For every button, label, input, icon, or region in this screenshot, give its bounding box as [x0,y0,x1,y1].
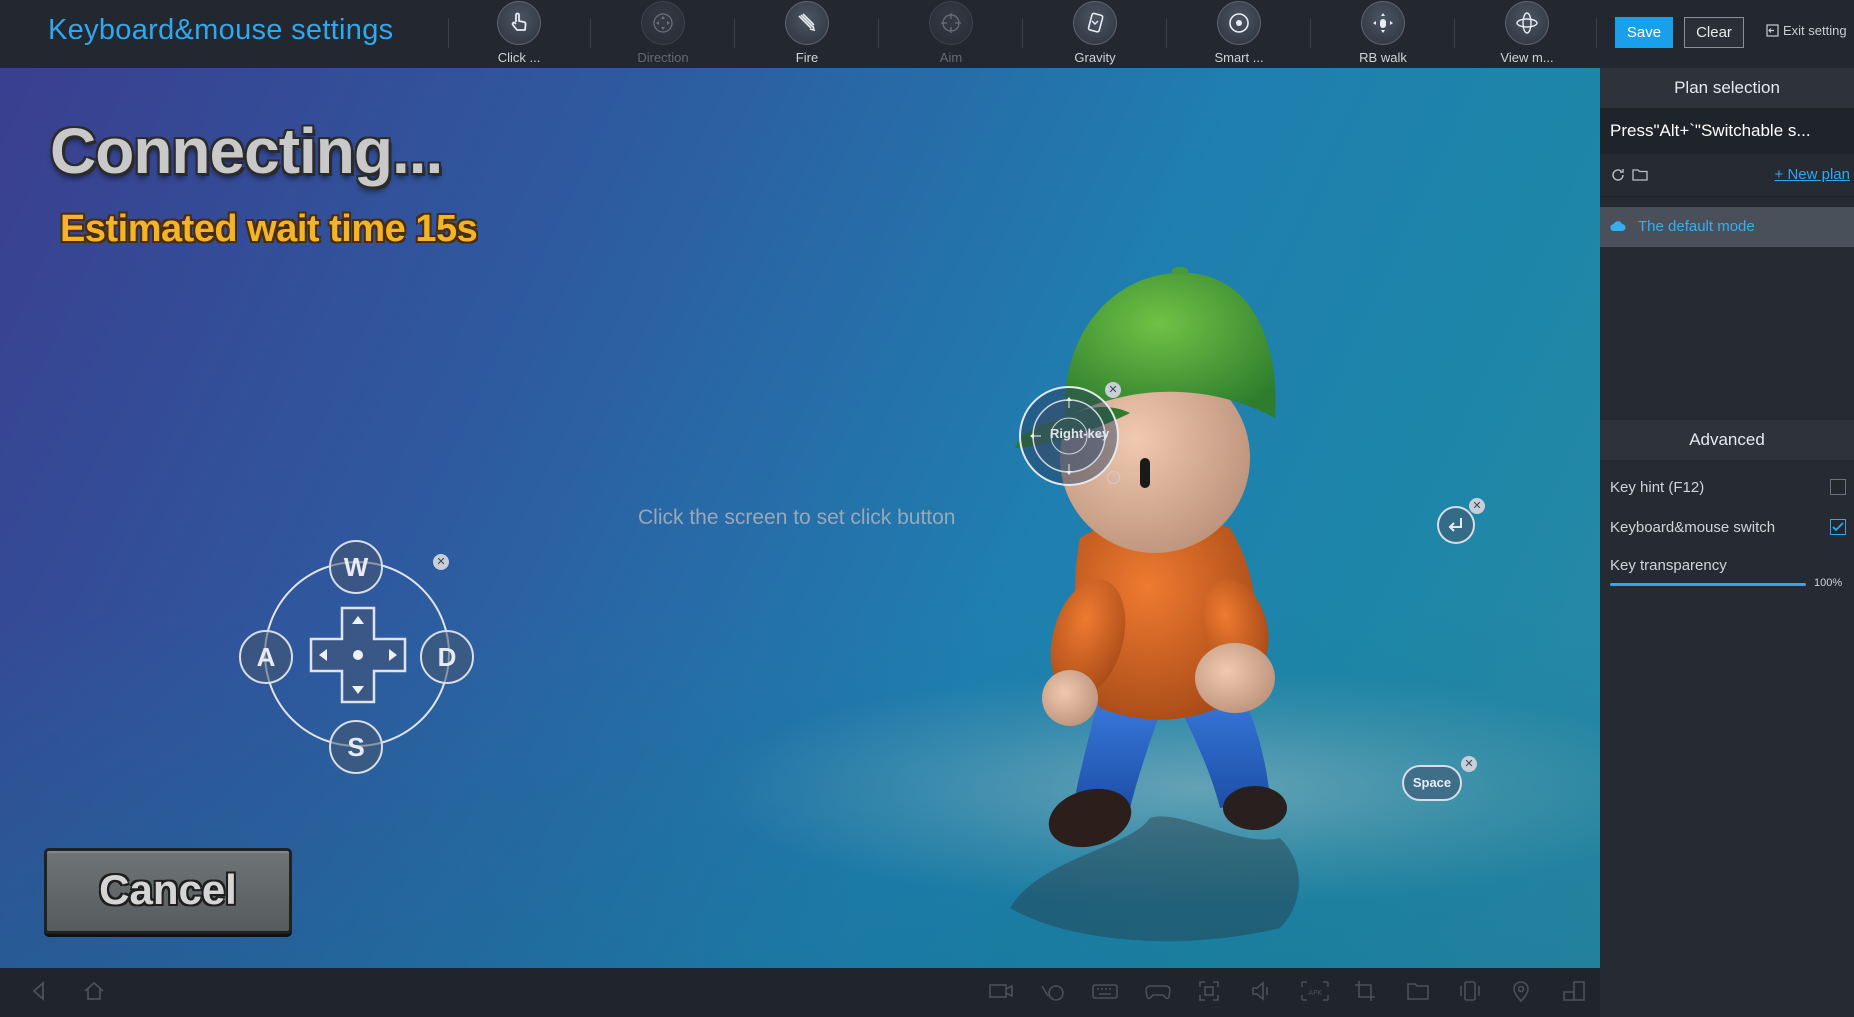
clear-button[interactable]: Clear [1684,17,1744,48]
direction-pad-icon [641,1,685,45]
cloud-icon [1610,221,1626,232]
refresh-icon[interactable] [1610,167,1626,183]
home-icon[interactable] [82,980,106,1002]
rb-walk-icon [1361,1,1405,45]
tool-aim-button[interactable]: Aim [896,0,1006,68]
bottom-navigation-bar: APK [0,968,1600,1017]
key-hint-label: Key hint (F12) [1610,479,1705,496]
key-hint-row: Key hint (F12) [1610,479,1850,496]
toolbar-divider [590,18,591,48]
toolbar-divider [1596,18,1597,48]
smart-cast-icon [1217,1,1261,45]
tool-rb-walk-button[interactable]: RB walk [1328,0,1438,68]
tool-smart-button[interactable]: Smart ... [1184,0,1294,68]
plan-item-label: The default mode [1638,218,1755,235]
settings-gear-icon[interactable] [1107,471,1120,484]
new-plan-link[interactable]: + New plan [1775,166,1850,183]
open-folder-icon[interactable] [1632,167,1648,183]
back-icon[interactable] [28,980,50,1002]
remove-space-close-icon[interactable]: ✕ [1461,756,1477,772]
settings-side-panel: Plan selection Press"Alt+`"Switchable s.… [1600,68,1854,1017]
tool-label: Direction [637,50,689,65]
top-toolbar: Keyboard&mouse settings Click ... Direct… [0,0,1854,69]
key-enter-mapping[interactable] [1437,506,1475,544]
rotate-screen-icon[interactable] [1562,980,1586,1002]
plan-switch-hint: Press"Alt+`"Switchable s... [1600,108,1854,154]
checkmark-icon [1832,522,1844,532]
key-a[interactable]: A [239,630,293,684]
install-apk-icon[interactable]: APK [1300,980,1330,1002]
toolbar-divider [1454,18,1455,48]
advanced-heading: Advanced [1600,420,1854,460]
volume-icon[interactable] [1250,980,1272,1002]
shake-icon[interactable] [1458,980,1482,1002]
tool-direction-button[interactable]: Direction [608,0,718,68]
key-w[interactable]: W [329,540,383,594]
aim-crosshair-icon [929,1,973,45]
toolbar-divider [734,18,735,48]
toolbar-divider [878,18,879,48]
exit-setting-button[interactable]: Exit setting [1766,23,1847,40]
record-video-icon[interactable] [988,980,1014,1002]
game-character-illustration [1010,267,1299,942]
toolbar-divider [1022,18,1023,48]
save-button[interactable]: Save [1615,17,1673,48]
game-screen[interactable]: Connecting... Estimated wait time 15s Ri… [0,68,1600,968]
keyboard-mouse-switch-label: Keyboard&mouse switch [1610,519,1776,536]
key-d[interactable]: D [420,630,474,684]
gamepad-icon[interactable] [1144,980,1172,1002]
view-move-icon [1505,1,1549,45]
toolbar-divider [1310,18,1311,48]
keyboard-mouse-switch-checkbox[interactable] [1830,519,1846,535]
exit-setting-label: Exit setting [1783,23,1847,38]
tool-view-move-button[interactable]: View m... [1472,0,1582,68]
page-title: Keyboard&mouse settings [48,14,394,46]
connecting-text: Connecting... [50,115,443,187]
key-transparency-value: 100% [1814,577,1843,589]
click-hint-text: Click the screen to set click button [638,506,956,529]
wait-time-text: Estimated wait time 15s [60,208,478,250]
key-hint-checkbox[interactable] [1830,479,1846,495]
right-key-label: Right-key [1050,426,1110,441]
tool-label: RB walk [1359,50,1407,65]
tool-gravity-button[interactable]: Gravity [1040,0,1150,68]
key-s[interactable]: S [329,720,383,774]
location-icon[interactable] [1510,980,1532,1002]
key-space-mapping[interactable]: Space [1402,765,1462,801]
keyboard-icon[interactable] [1092,980,1118,1002]
screen-record-icon[interactable] [1040,980,1066,1002]
key-transparency-label: Key transparency [1610,557,1727,574]
tool-click-button[interactable]: Click ... [464,0,574,68]
tool-label: Aim [939,50,963,65]
toolbar-divider [1166,18,1167,48]
gravity-phone-icon [1073,1,1117,45]
crop-icon[interactable] [1354,980,1376,1002]
cancel-button[interactable]: Cancel [44,848,292,934]
svg-text:APK: APK [1308,989,1322,997]
dpad-cross-icon [309,606,407,704]
key-transparency-slider[interactable] [1610,583,1806,586]
tool-fire-button[interactable]: Fire [752,0,862,68]
plan-item-default-mode[interactable]: The default mode [1600,207,1854,247]
folder-icon[interactable] [1406,980,1430,1002]
tool-label: Smart ... [1214,50,1264,65]
fire-bullet-icon [785,1,829,45]
plan-tools-row: + New plan [1600,154,1854,197]
enter-return-icon [1448,518,1462,532]
exit-icon [1766,24,1779,40]
keyboard-mouse-switch-row: Keyboard&mouse switch [1610,519,1850,536]
remove-wasd-close-icon[interactable]: ✕ [433,554,449,570]
screenshot-icon[interactable] [1198,980,1220,1002]
remove-enter-close-icon[interactable]: ✕ [1469,498,1485,514]
tool-label: View m... [1500,50,1554,65]
tool-label: Fire [795,50,819,65]
remove-right-key-close-icon[interactable]: ✕ [1105,382,1121,398]
plan-selection-heading: Plan selection [1600,68,1854,108]
tool-label: Gravity [1074,50,1116,65]
tool-label: Click ... [497,50,541,65]
click-hand-icon [497,1,541,45]
toolbar-divider [448,18,449,48]
